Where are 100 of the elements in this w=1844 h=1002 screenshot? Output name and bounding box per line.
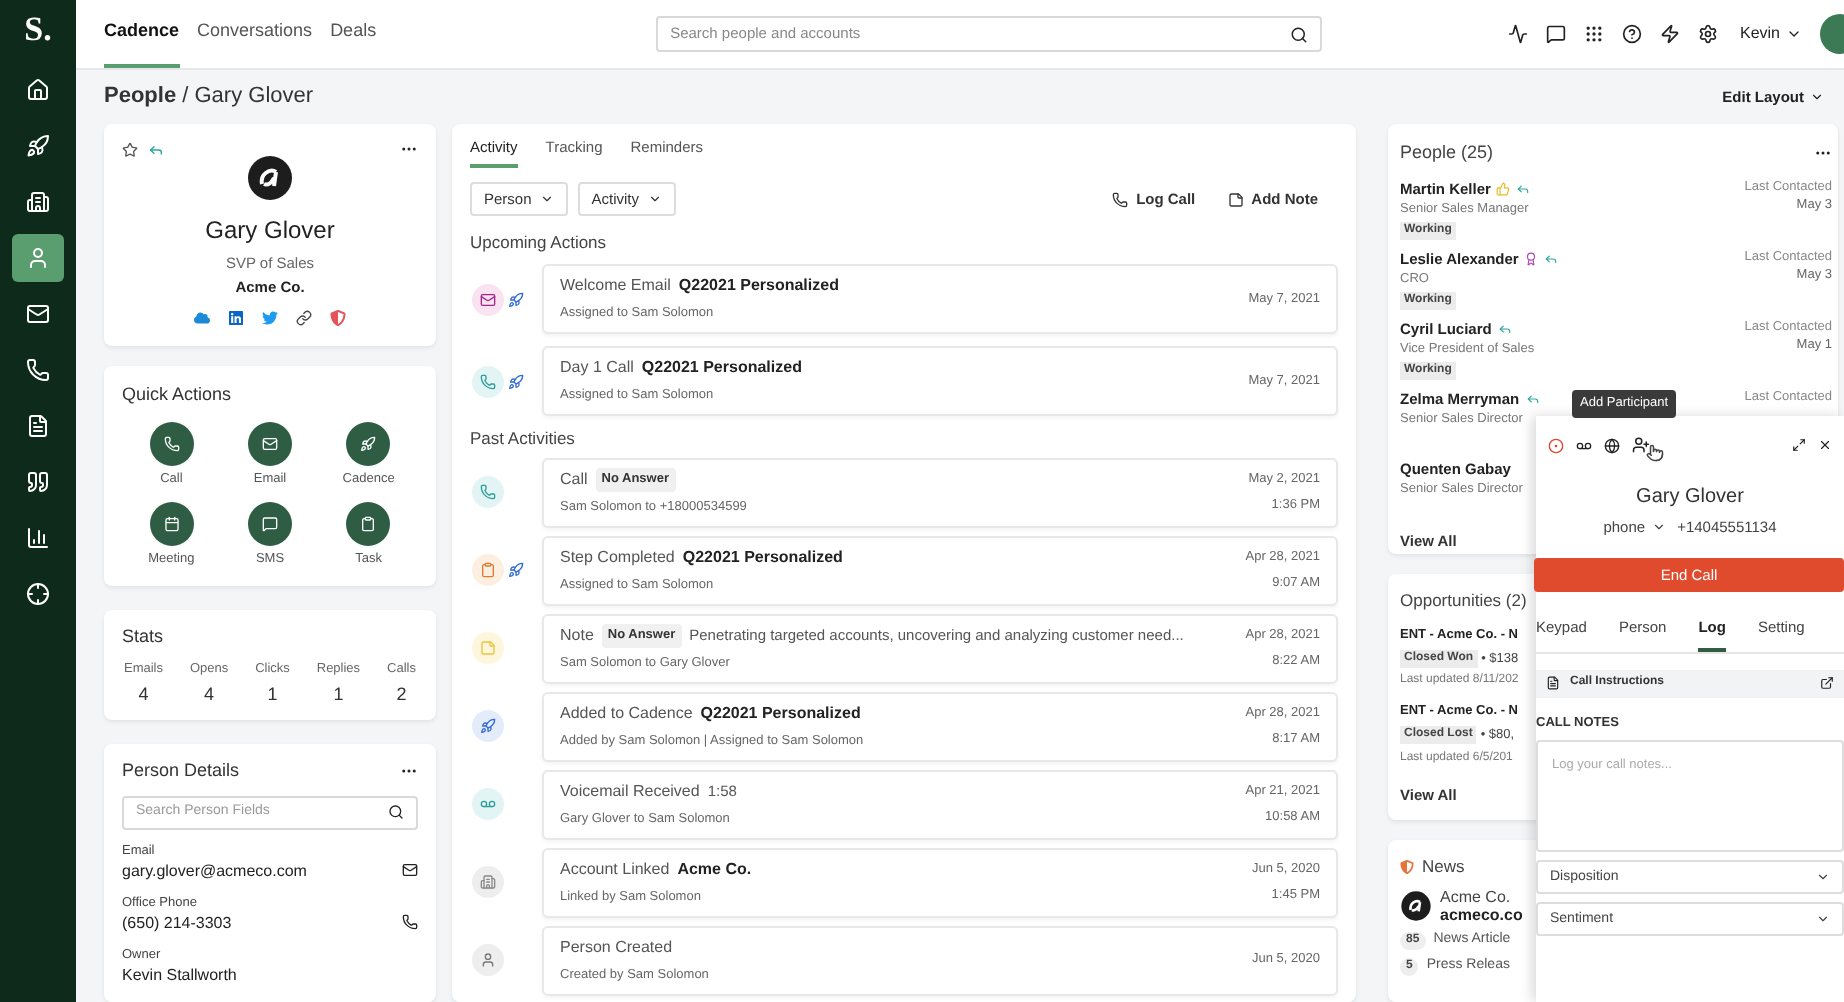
field-value: (650) 214-3303 — [122, 911, 232, 933]
activity-name: Q22021 Personalized — [641, 356, 802, 381]
activity-type: Call — [560, 467, 588, 492]
external-link-icon[interactable] — [1820, 676, 1834, 690]
document-icon — [26, 414, 50, 438]
logo[interactable]: S. — [24, 12, 52, 46]
company-name: Acme Co. — [1440, 887, 1513, 906]
user-menu[interactable]: Kevin — [1739, 22, 1802, 46]
quote-icon — [26, 470, 50, 494]
nav-tab[interactable]: Deals — [330, 0, 377, 68]
cloud-icon[interactable] — [194, 309, 210, 325]
activity-type: Note — [560, 623, 594, 648]
card-title: Stats — [122, 624, 166, 650]
stat-value: 1 — [267, 682, 278, 709]
twitter-icon[interactable] — [262, 309, 278, 325]
caret-icon — [1816, 912, 1830, 927]
activity-type: Step Completed — [560, 545, 675, 570]
person-name: Gary Glover — [205, 214, 335, 248]
envelope-icon — [472, 283, 504, 315]
activity-type: Added to Cadence — [560, 701, 693, 726]
section-title: Upcoming Actions — [470, 230, 609, 256]
card-title: People (25) — [1400, 140, 1494, 166]
envelope-icon[interactable] — [402, 861, 418, 877]
search-icon[interactable] — [388, 804, 404, 820]
close-icon[interactable] — [1818, 438, 1832, 452]
crosshair-icon — [26, 582, 50, 606]
phone-icon — [472, 365, 504, 397]
person-icon — [472, 944, 504, 977]
star-icon[interactable] — [122, 141, 138, 157]
link-icon[interactable] — [296, 309, 312, 325]
nav-tab[interactable]: Conversations — [197, 0, 313, 68]
caret-icon — [1810, 90, 1824, 104]
reply-icon — [148, 141, 164, 157]
document-icon — [1546, 676, 1560, 690]
phone-icon[interactable] — [402, 913, 418, 929]
caret-icon — [539, 192, 554, 207]
rocket-icon — [472, 710, 504, 743]
contact-name: Gary Glover — [1634, 484, 1746, 512]
card-title: Person Details — [122, 758, 240, 784]
field-value: Kevin Stallworth — [122, 963, 237, 985]
linkedin-icon[interactable] — [228, 309, 244, 325]
nav-tab[interactable]: Cadence — [104, 0, 180, 68]
company-logo — [1400, 889, 1432, 922]
person-icon — [26, 246, 50, 270]
buildings-icon — [26, 190, 50, 214]
field-value: gary.glover@acmeco.com — [122, 859, 307, 881]
activity-type: Person Created — [560, 935, 673, 960]
activity-type: Voicemail Received — [560, 779, 700, 804]
stat-value: 4 — [204, 682, 215, 709]
home-icon — [26, 78, 50, 102]
phone-icon — [1112, 191, 1129, 208]
stat-value: 1 — [333, 682, 344, 709]
add-person-icon[interactable] — [1632, 436, 1650, 454]
phone-icon — [163, 435, 180, 451]
chat-icon[interactable] — [1545, 24, 1566, 44]
calendar-icon — [163, 516, 180, 533]
note-icon — [1227, 191, 1244, 208]
clipboard-icon — [360, 516, 377, 533]
globe-icon[interactable] — [1604, 437, 1620, 453]
caret-icon — [1786, 26, 1802, 42]
clipboard-icon — [472, 554, 504, 587]
card-title: Quick Actions — [122, 382, 234, 408]
card-title: News — [1422, 854, 1465, 880]
section-title: Past Activities — [470, 426, 577, 452]
company-logo — [246, 154, 294, 202]
activity-name: Acme Co. — [677, 857, 752, 882]
stat-value: 4 — [138, 682, 149, 709]
envelope-icon — [261, 435, 278, 451]
activity-type: Account Linked — [560, 857, 670, 882]
breadcrumb: People / Gary Glover — [104, 82, 314, 113]
caret-icon — [1651, 520, 1666, 535]
activity-icon[interactable] — [1507, 24, 1528, 44]
search-icon[interactable] — [1290, 25, 1309, 43]
phone-icon — [26, 358, 50, 382]
caret-icon — [647, 192, 662, 207]
stat-value: 2 — [396, 682, 407, 709]
bar-chart-icon — [26, 526, 50, 550]
rocket-icon — [360, 435, 377, 451]
phone-icon — [472, 476, 504, 509]
thumbs-up-icon — [1496, 181, 1511, 196]
chat-icon — [261, 516, 278, 533]
caret-icon — [1816, 870, 1830, 885]
activity-type: Day 1 Call — [560, 356, 634, 381]
expand-icon[interactable] — [1792, 438, 1806, 452]
settings-icon[interactable] — [1697, 24, 1718, 44]
activity-type: Welcome Email — [560, 274, 671, 299]
ribbon-icon — [1524, 251, 1539, 266]
envelope-icon — [26, 302, 50, 326]
activity-name: Q22021 Personalized — [678, 274, 839, 299]
activity-name: Q22021 Personalized — [682, 545, 843, 570]
note-icon — [472, 632, 504, 665]
shield-icon[interactable] — [330, 309, 346, 325]
help-icon[interactable] — [1621, 24, 1642, 44]
pointer-cursor-icon — [1646, 444, 1664, 462]
lightning-icon[interactable] — [1659, 24, 1680, 44]
buildings-icon — [472, 866, 504, 899]
dialpad-icon[interactable] — [1583, 24, 1604, 44]
shield-icon — [1400, 859, 1414, 874]
record-icon[interactable] — [1548, 437, 1564, 453]
voicemail-icon[interactable] — [1576, 437, 1592, 453]
